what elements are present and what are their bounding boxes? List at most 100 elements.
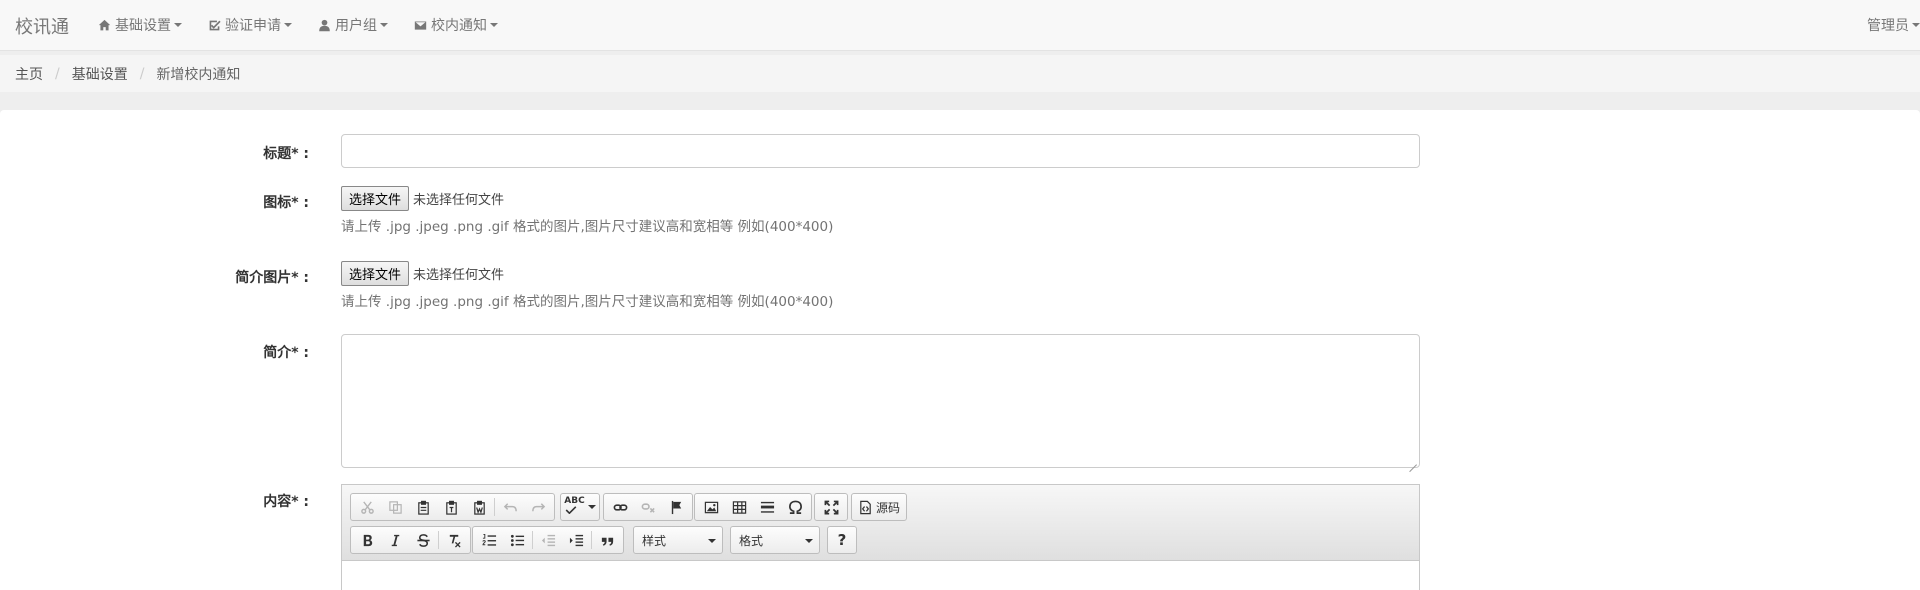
- caret-down-icon: [174, 23, 182, 27]
- toolbar-group-paragraph: [472, 526, 624, 554]
- cover-file-status: 未选择任何文件: [413, 268, 505, 283]
- toolbar-separator: [591, 531, 592, 549]
- italic-button[interactable]: [381, 528, 409, 552]
- icon-file-picker: 选择文件 未选择任何文件: [341, 186, 504, 211]
- home-icon: [98, 19, 111, 30]
- italic-icon: [391, 534, 399, 546]
- indent-icon: [569, 534, 583, 546]
- unlink-button[interactable]: [634, 495, 662, 519]
- user-menu[interactable]: 管理员: [1867, 0, 1920, 50]
- numbered-list-button[interactable]: [475, 528, 503, 552]
- table-button[interactable]: [725, 495, 753, 519]
- link-icon: [613, 503, 627, 511]
- cover-image-label: 简介图片* :: [235, 270, 309, 286]
- source-icon: [860, 500, 871, 514]
- nav-basic-settings-label: 基础设置: [115, 18, 171, 34]
- help-button[interactable]: ?: [830, 528, 854, 552]
- toolbar-group-basicstyles: [350, 526, 471, 554]
- numbered-list-icon: [481, 533, 496, 546]
- breadcrumb-current: 新增校内通知: [156, 66, 241, 83]
- breadcrumb-basic-settings[interactable]: 基础设置: [72, 64, 128, 84]
- strikethrough-button[interactable]: [409, 528, 437, 552]
- redo-button[interactable]: [524, 495, 552, 519]
- editor-content-area[interactable]: [342, 561, 1419, 590]
- icon-help-text: 请上传 .jpg .jpeg .png .gif 格式的图片,图片尺寸建议高和宽…: [341, 219, 834, 235]
- nav-school-notice-label: 校内通知: [431, 18, 487, 34]
- toolbar-group-source: 源码: [851, 493, 908, 521]
- special-char-button[interactable]: [781, 495, 809, 519]
- toolbar-separator: [438, 531, 439, 549]
- outdent-icon: [541, 534, 555, 546]
- nav-basic-settings[interactable]: 基础设置: [98, 0, 196, 50]
- editor-toolbar: ABC 源码 样式 格式 ?: [342, 485, 1419, 561]
- format-combo-label: 格式: [739, 533, 764, 548]
- outdent-button[interactable]: [534, 528, 562, 552]
- omega-icon: [788, 500, 802, 514]
- caret-down-icon: [1912, 23, 1920, 27]
- title-input[interactable]: [341, 134, 1420, 168]
- maximize-button[interactable]: [817, 495, 845, 519]
- nav-user-group-label: 用户组: [335, 18, 377, 34]
- anchor-button[interactable]: [662, 495, 690, 519]
- spellcheck-abc-label: ABC: [564, 496, 585, 506]
- toolbar-group-clipboard: [350, 493, 555, 521]
- nav-school-notice[interactable]: 校内通知: [414, 0, 512, 50]
- styles-combo[interactable]: 样式: [633, 526, 723, 554]
- caret-down-icon: [587, 505, 596, 509]
- user-icon: [319, 19, 330, 31]
- breadcrumb-separator: /: [139, 65, 145, 82]
- summary-textarea[interactable]: [341, 334, 1420, 468]
- caret-down-icon: [284, 23, 292, 27]
- format-combo[interactable]: 格式: [730, 526, 820, 554]
- question-icon: ?: [837, 531, 847, 549]
- source-button[interactable]: 源码: [854, 495, 904, 519]
- icon-choose-file-button[interactable]: 选择文件: [341, 186, 410, 211]
- horizontal-line-button[interactable]: [753, 495, 781, 519]
- image-button[interactable]: [697, 495, 725, 519]
- bullet-list-button[interactable]: [503, 528, 531, 552]
- blockquote-button[interactable]: [593, 528, 621, 552]
- cover-help-text: 请上传 .jpg .jpeg .png .gif 格式的图片,图片尺寸建议高和宽…: [341, 294, 834, 310]
- brand-logo[interactable]: 校讯通: [15, 13, 69, 39]
- toolbar-group-links: [603, 493, 693, 521]
- source-label: 源码: [876, 500, 901, 515]
- undo-button[interactable]: [496, 495, 524, 519]
- table-icon: [732, 500, 746, 514]
- paste-text-button[interactable]: [437, 495, 465, 519]
- icon-file-status: 未选择任何文件: [413, 193, 505, 208]
- toolbar-group-about: ?: [827, 526, 857, 554]
- icon-label: 图标* :: [263, 195, 309, 211]
- remove-format-button[interactable]: [440, 528, 468, 552]
- content-label: 内容* :: [263, 494, 309, 510]
- toolbar-separator: [494, 498, 495, 516]
- resize-handle-icon[interactable]: [1409, 457, 1417, 465]
- title-label: 标题* :: [263, 146, 309, 162]
- bold-icon: [363, 534, 372, 546]
- breadcrumb-home[interactable]: 主页: [15, 64, 43, 84]
- blockquote-icon: [601, 537, 613, 546]
- envelope-icon: [414, 20, 427, 30]
- paste-word-button[interactable]: [465, 495, 493, 519]
- caret-down-icon: [490, 23, 498, 27]
- copy-icon: [388, 500, 402, 514]
- paste-icon: [417, 500, 429, 515]
- nav-user-group[interactable]: 用户组: [318, 0, 402, 50]
- paste-word-icon: [473, 500, 485, 515]
- copy-button[interactable]: [381, 495, 409, 519]
- spellcheck-button[interactable]: ABC: [563, 495, 597, 519]
- styles-combo-label: 样式: [642, 533, 667, 548]
- maximize-icon: [824, 500, 838, 514]
- link-button[interactable]: [606, 495, 634, 519]
- paste-button[interactable]: [409, 495, 437, 519]
- flag-icon: [671, 500, 681, 514]
- nav-verification[interactable]: 验证申请: [208, 0, 306, 50]
- unlink-icon: [641, 502, 655, 513]
- cut-button[interactable]: [353, 495, 381, 519]
- toolbar-group-spellcheck: ABC: [560, 493, 600, 521]
- paste-text-icon: [445, 500, 457, 515]
- indent-button[interactable]: [562, 528, 590, 552]
- cover-choose-file-button[interactable]: 选择文件: [341, 261, 410, 286]
- bold-button[interactable]: [353, 528, 381, 552]
- caret-down-icon: [380, 23, 388, 27]
- toolbar-separator: [532, 531, 533, 549]
